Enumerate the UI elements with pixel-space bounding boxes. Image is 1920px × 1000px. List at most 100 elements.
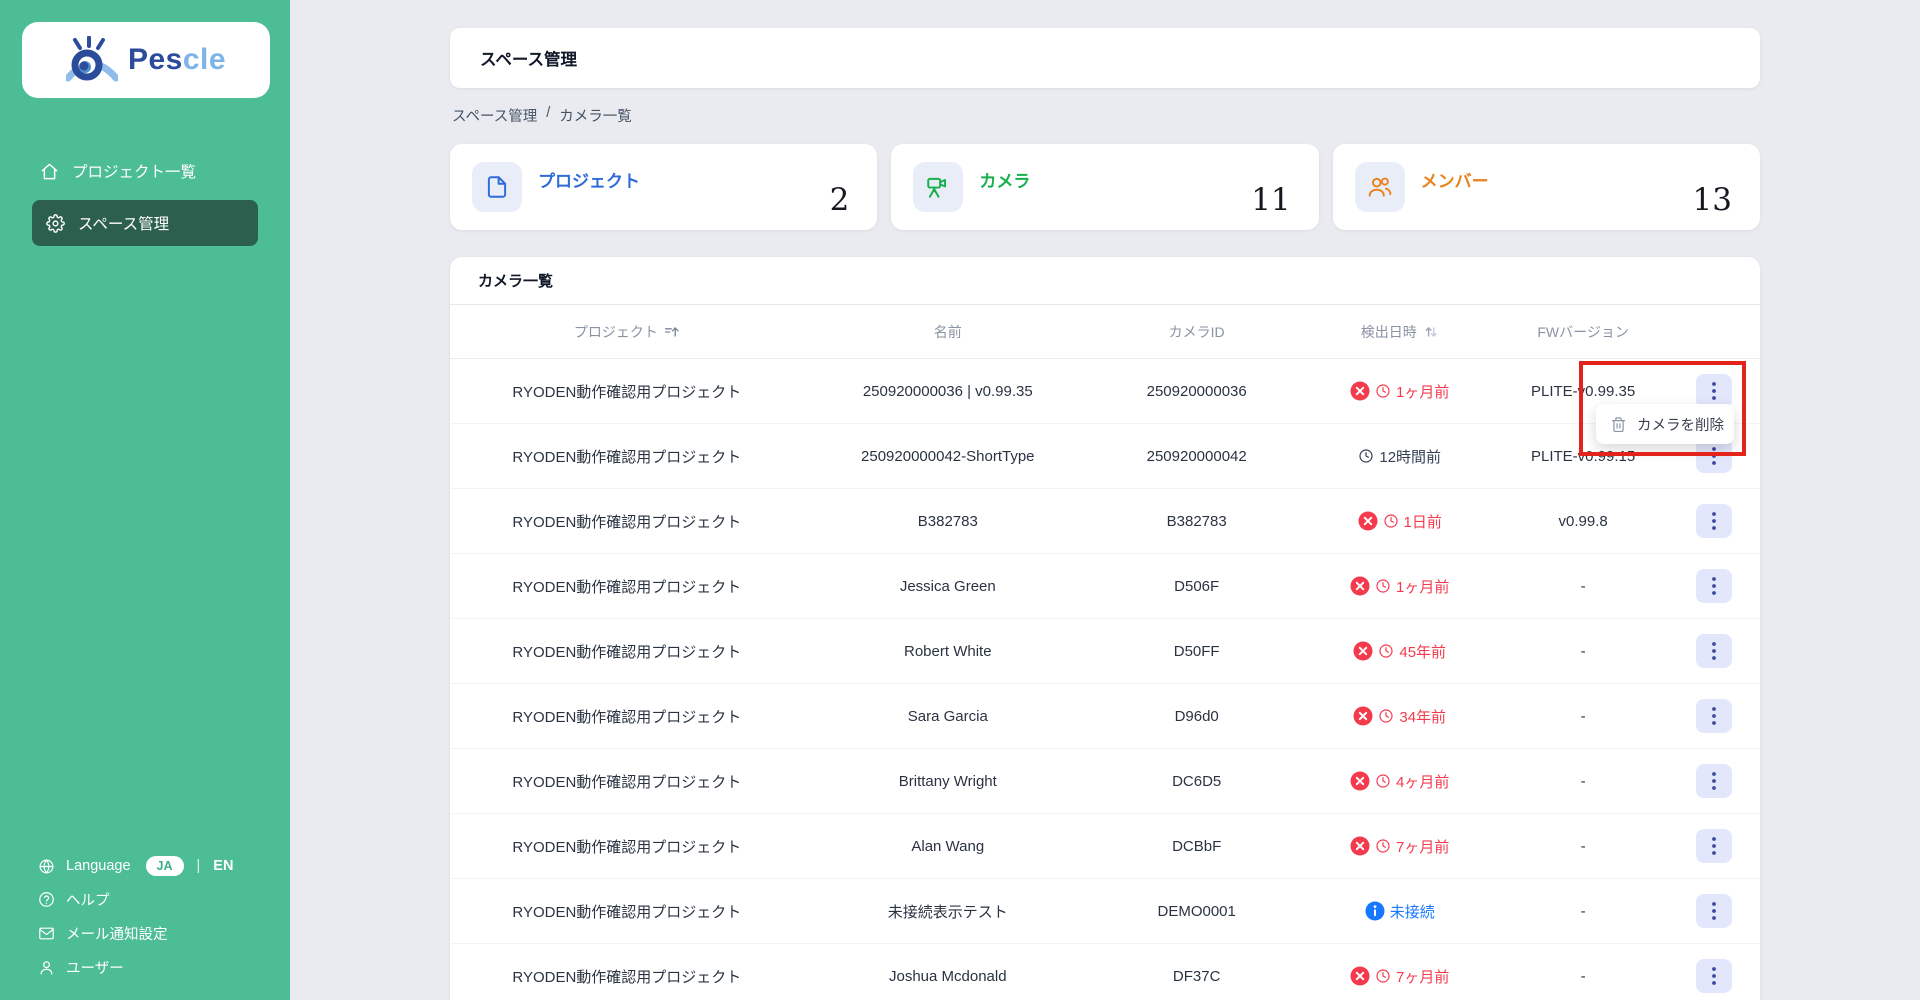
- error-icon: [1350, 771, 1370, 791]
- cell-fw-version: PLITE-v0.99.35: [1531, 382, 1636, 400]
- info-icon: [1365, 901, 1385, 921]
- row-menu-button[interactable]: [1696, 439, 1733, 473]
- sidebar: Pescle プロジェクト一覧 スペース管理 Language JA | EN …: [0, 0, 290, 1000]
- cell-fw-version: v0.99.8: [1558, 512, 1608, 530]
- user-item[interactable]: ユーザー: [38, 957, 290, 978]
- detected-text: 7ヶ月前: [1396, 838, 1450, 856]
- camera-table-card: カメラ一覧 プロジェクト 名前 カメラID 検出日時 FWバージョン RYODE…: [450, 257, 1760, 1000]
- cell-project: RYODEN動作確認用プロジェクト: [512, 578, 742, 596]
- context-menu-delete-camera[interactable]: カメラを削除: [1596, 404, 1734, 444]
- cell-camera-id: D96d0: [1174, 707, 1219, 725]
- cell-project: RYODEN動作確認用プロジェクト: [512, 643, 742, 661]
- sidebar-item-projects[interactable]: プロジェクト一覧: [0, 150, 290, 192]
- cell-camera-id: 250920000042: [1146, 447, 1247, 465]
- error-icon: [1353, 641, 1373, 661]
- help-item[interactable]: ヘルプ: [38, 889, 290, 910]
- row-menu-button[interactable]: [1696, 829, 1733, 863]
- cell-project: RYODEN動作確認用プロジェクト: [512, 448, 742, 466]
- mail-settings-item[interactable]: メール通知設定: [38, 923, 290, 944]
- column-header-project[interactable]: プロジェクト: [450, 322, 804, 342]
- kebab-icon: [1712, 512, 1717, 530]
- clock-icon: [1375, 968, 1391, 984]
- main-content: スペース管理 スペース管理 / カメラ一覧 プロジェクト 2 カメラ 11 メン…: [290, 0, 1920, 1000]
- cell-project: RYODEN動作確認用プロジェクト: [512, 838, 742, 856]
- stat-cards: プロジェクト 2 カメラ 11 メンバー 13: [450, 144, 1760, 230]
- table-row: RYODEN動作確認用プロジェクト 250920000042-ShortType…: [450, 424, 1760, 489]
- lang-ja-button[interactable]: JA: [145, 856, 184, 876]
- cell-camera-id: D50FF: [1173, 642, 1220, 660]
- cell-actions: [1668, 569, 1760, 603]
- cell-name: Jessica Green: [899, 577, 996, 595]
- detected-text: 34年前: [1399, 708, 1447, 726]
- cell-detected-status: 未接続: [1301, 901, 1498, 922]
- cell-name: Robert White: [904, 642, 992, 660]
- clock-icon: [1358, 448, 1374, 464]
- kebab-icon: [1712, 707, 1717, 725]
- error-icon: [1350, 381, 1370, 401]
- row-menu-button[interactable]: [1696, 504, 1733, 538]
- row-menu-button[interactable]: [1696, 764, 1733, 798]
- user-icon: [38, 959, 55, 976]
- breadcrumb-separator: /: [546, 105, 551, 121]
- home-icon: [40, 162, 59, 181]
- cell-detected-status: 12時間前: [1301, 446, 1498, 467]
- table-row: RYODEN動作確認用プロジェクト Alan Wang DCBbF 7ヶ月前 -: [450, 814, 1760, 879]
- kebab-icon: [1712, 577, 1717, 595]
- clock-icon: [1375, 838, 1391, 854]
- cell-actions: [1668, 829, 1760, 863]
- kebab-icon: [1712, 382, 1717, 400]
- cell-project: RYODEN動作確認用プロジェクト: [512, 383, 742, 401]
- cell-camera-id: D506F: [1174, 577, 1220, 595]
- row-menu-button[interactable]: [1696, 374, 1733, 408]
- gear-icon: [46, 213, 65, 233]
- detected-text: 4ヶ月前: [1396, 773, 1450, 791]
- clock-icon: [1383, 513, 1399, 529]
- table-row: RYODEN動作確認用プロジェクト Jessica Green D506F 1ヶ…: [450, 554, 1760, 619]
- cell-actions: [1668, 439, 1760, 473]
- row-menu-button[interactable]: [1696, 699, 1733, 733]
- lang-en-button[interactable]: EN: [213, 858, 233, 874]
- stat-value: 2: [829, 182, 850, 218]
- language-switcher: Language JA | EN: [38, 856, 290, 876]
- cell-actions: [1668, 374, 1760, 408]
- sidebar-item-space-management[interactable]: スペース管理: [32, 200, 258, 246]
- column-header-detected[interactable]: 検出日時: [1301, 322, 1498, 342]
- cell-detected-status: 7ヶ月前: [1301, 966, 1498, 987]
- row-menu-button[interactable]: [1696, 894, 1733, 928]
- camera-table-body: RYODEN動作確認用プロジェクト 250920000036 | v0.99.3…: [450, 359, 1760, 1000]
- cell-actions: [1668, 699, 1760, 733]
- logo: Pescle: [22, 22, 270, 98]
- breadcrumb-space-management[interactable]: スペース管理: [452, 105, 537, 126]
- detected-text: 未接続: [1389, 903, 1435, 921]
- cell-project: RYODEN動作確認用プロジェクト: [512, 708, 742, 726]
- cell-project: RYODEN動作確認用プロジェクト: [512, 968, 742, 986]
- cell-detected-status: 4ヶ月前: [1301, 771, 1498, 792]
- stat-label: プロジェクト: [538, 172, 640, 191]
- cell-detected-status: 1ヶ月前: [1301, 381, 1498, 402]
- cell-fw-version: -: [1580, 707, 1586, 725]
- cell-name: Joshua Mcdonald: [888, 967, 1007, 985]
- table-row: RYODEN動作確認用プロジェクト 250920000036 | v0.99.3…: [450, 359, 1760, 424]
- camera-table-title: カメラ一覧: [450, 257, 1760, 305]
- sidebar-nav: プロジェクト一覧 スペース管理: [0, 150, 290, 246]
- trash-icon: [1611, 416, 1626, 432]
- cell-actions: [1668, 959, 1760, 993]
- column-header-fw-version: FWバージョン: [1537, 323, 1629, 340]
- camera-table-header: プロジェクト 名前 カメラID 検出日時 FWバージョン: [450, 305, 1760, 359]
- user-label: ユーザー: [66, 961, 124, 977]
- cell-detected-status: 1ヶ月前: [1301, 576, 1498, 597]
- mail-settings-label: メール通知設定: [66, 927, 168, 943]
- row-menu-button[interactable]: [1696, 569, 1733, 603]
- kebab-icon: [1712, 967, 1717, 985]
- stat-label: カメラ: [979, 172, 1031, 191]
- cell-actions: [1668, 894, 1760, 928]
- table-row: RYODEN動作確認用プロジェクト B382783 B382783 1日前 v0…: [450, 489, 1760, 554]
- row-menu-button[interactable]: [1696, 634, 1733, 668]
- kebab-icon: [1712, 902, 1717, 920]
- kebab-icon: [1712, 642, 1717, 660]
- cell-project: RYODEN動作確認用プロジェクト: [512, 903, 742, 921]
- row-menu-button[interactable]: [1696, 959, 1733, 993]
- sidebar-footer: Language JA | EN ヘルプ メール通知設定 ユーザー: [0, 856, 290, 1000]
- breadcrumb: スペース管理 / カメラ一覧: [450, 105, 1760, 126]
- cell-fw-version: -: [1580, 577, 1586, 595]
